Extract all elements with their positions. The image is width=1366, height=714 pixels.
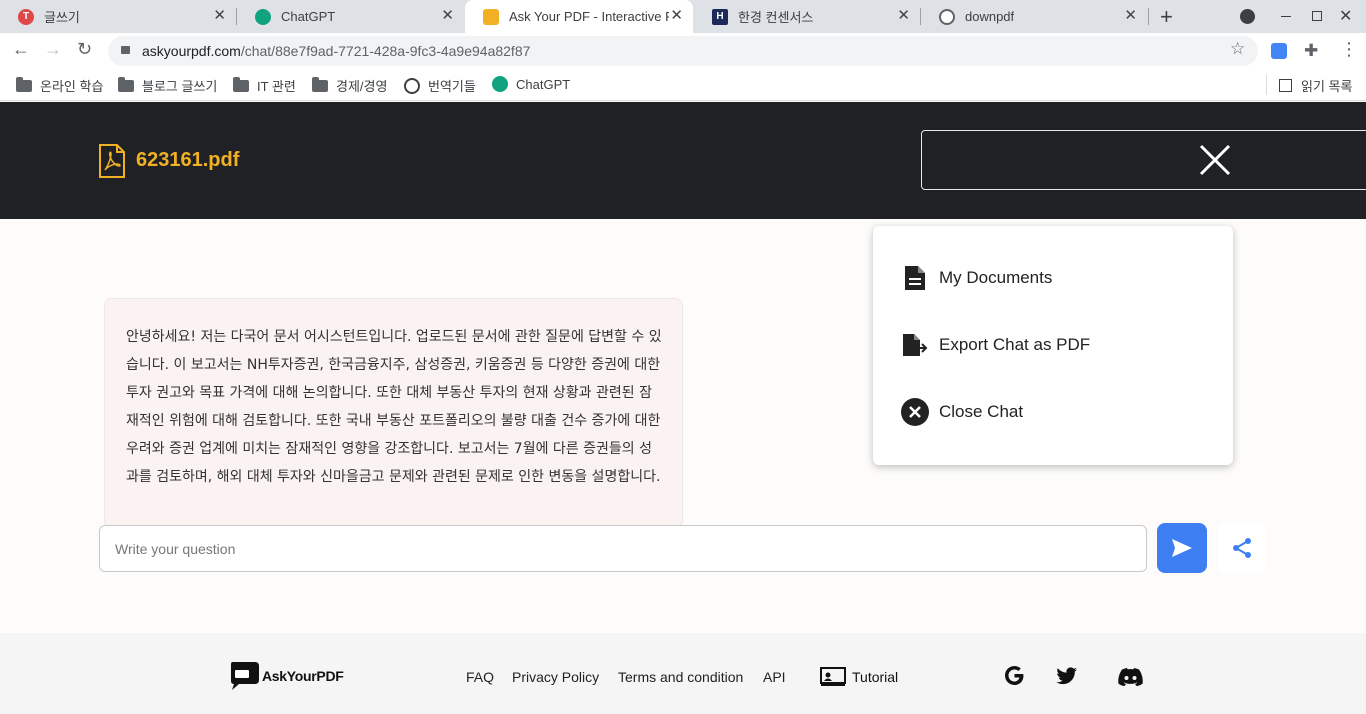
bookmark-item[interactable]: 번역기들 [404,76,476,95]
folder-icon [312,76,328,92]
discord-icon[interactable] [1118,668,1143,686]
folder-icon [16,76,32,92]
url-text: askyourpdf.com/chat/88e7f9ad-7721-428a-9… [142,43,530,59]
document-icon [901,264,929,292]
reading-list-label: 읽기 목록 [1301,79,1353,94]
askyourpdf-favicon-icon [483,8,499,25]
question-input[interactable] [99,525,1147,572]
bookmark-item[interactable]: 온라인 학습 [16,76,103,95]
assistant-message-text: 안녕하세요! 저는 다국어 문서 어시스턴트입니다. 업로드된 문서에 관한 질… [126,329,662,485]
folder-icon [233,76,249,92]
folder-icon [118,76,134,92]
new-tab-button[interactable]: + [1160,4,1173,30]
bookmark-item[interactable]: IT 관련 [233,76,296,95]
reading-list-button[interactable]: 읽기 목록 [1279,76,1352,95]
close-window-icon[interactable]: ✕ [1339,6,1352,26]
reload-icon[interactable]: ↻ [77,39,92,60]
restore-icon[interactable] [1312,11,1322,21]
close-icon[interactable] [1199,144,1231,176]
tab-title: Ask Your PDF - Interactive PDF [509,9,669,24]
tab-askyourpdf[interactable]: Ask Your PDF - Interactive PDF ✕ [465,0,693,33]
app-header: 623161.pdf [0,102,1366,219]
send-button[interactable] [1157,523,1207,573]
close-circle-icon [901,398,929,426]
extensions-puzzle-icon[interactable]: ✚ [1304,41,1318,61]
menu-item-label: Close Chat [939,402,1024,421]
send-icon [1172,539,1192,557]
address-bar[interactable]: askyourpdf.com/chat/88e7f9ad-7721-428a-9… [108,36,1258,66]
tab-title: 글쓰기 [44,10,80,25]
tab-separator [1148,8,1149,25]
chatgpt-icon [492,76,508,92]
tab-search-icon[interactable] [1240,9,1255,24]
url-path: /chat/88e7f9ad-7721-428a-9fc3-4a9e94a82f… [240,43,531,59]
menu-item-label: Export Chat as PDF [939,335,1091,354]
footer-link-privacy[interactable]: Privacy Policy [512,669,599,685]
tab-hankyung-consensus[interactable]: H 한경 컨센서스 ✕ [694,0,920,33]
menu-item-close-chat[interactable]: Close Chat [901,398,1023,426]
footer-link-api[interactable]: API [763,669,786,685]
close-tab-icon[interactable]: ✕ [1124,8,1137,24]
askyourpdf-logo-icon [231,662,259,690]
tab-title: 한경 컨센서스 [738,10,814,25]
footer-link-faq[interactable]: FAQ [466,669,494,685]
close-tab-icon[interactable]: ✕ [897,8,910,24]
chatgpt-favicon-icon [255,8,271,25]
twitter-icon[interactable] [1056,667,1078,685]
bookmark-label: 온라인 학습 [40,79,104,94]
back-icon[interactable]: ← [12,39,30,60]
menu-toggle-button[interactable] [921,130,1366,190]
bookmark-label: 블로그 글쓰기 [142,79,218,94]
pdf-file-icon [99,144,125,178]
export-icon [901,331,929,359]
menu-item-label: My Documents [939,268,1053,287]
close-tab-icon[interactable]: ✕ [441,8,454,24]
browser-tab-strip: T 글쓰기 ✕ ChatGPT ✕ Ask Your PDF - Interac… [0,0,1366,33]
tistory-favicon-icon: T [18,8,34,25]
menu-item-my-documents[interactable]: My Documents [901,264,1052,292]
assistant-message-bubble: 안녕하세요! 저는 다국어 문서 어시스턴트입니다. 업로드된 문서에 관한 질… [104,298,683,528]
bookmark-item[interactable]: 블로그 글쓰기 [118,76,217,95]
menu-item-export-pdf[interactable]: Export Chat as PDF [901,331,1090,359]
close-tab-icon[interactable]: ✕ [213,8,226,24]
chat-options-menu: My Documents Export Chat as PDF Close Ch… [873,226,1233,465]
bookmark-star-icon[interactable]: ☆ [1230,39,1245,59]
browser-toolbar: ← → ↻ askyourpdf.com/chat/88e7f9ad-7721-… [0,33,1366,69]
bookmark-item[interactable]: ChatGPT [492,76,570,92]
lock-icon [121,46,130,54]
google-icon[interactable] [1004,665,1025,686]
globe-icon [404,77,420,94]
tab-geulsseugi[interactable]: T 글쓰기 ✕ [0,0,236,33]
tab-chatgpt[interactable]: ChatGPT ✕ [237,0,464,33]
document-filename: 623161.pdf [136,149,240,171]
bookmark-label: 번역기들 [428,79,476,94]
bookmark-label: IT 관련 [257,79,296,94]
footer-brand-name: AskYourPDF [262,668,344,684]
url-domain: askyourpdf.com [142,43,241,59]
minimize-icon[interactable] [1281,16,1291,17]
bookmarks-bar: 온라인 학습 블로그 글쓰기 IT 관련 경제/경영 번역기들 ChatGPT … [0,69,1366,101]
browser-menu-icon[interactable]: ⋮ [1340,39,1358,60]
tab-downpdf[interactable]: downpdf ✕ [921,0,1147,33]
tutorial-label: Tutorial [852,669,899,685]
site-footer: AskYourPDF FAQ Privacy Policy Terms and … [0,633,1366,714]
hankyung-favicon-icon: H [712,8,728,25]
translate-extension-icon[interactable] [1271,43,1287,59]
bookmark-label: 경제/경영 [336,79,388,94]
forward-icon[interactable]: → [44,39,62,60]
share-button[interactable] [1217,523,1267,573]
tab-title: downpdf [965,9,1015,24]
bookmark-label: ChatGPT [516,76,571,92]
footer-brand[interactable]: AskYourPDF [229,661,344,691]
close-tab-icon[interactable]: ✕ [670,8,683,24]
share-icon [1233,538,1251,558]
divider [1266,75,1267,95]
globe-favicon-icon [939,8,955,25]
bookmark-item[interactable]: 경제/경영 [312,76,387,95]
footer-link-terms[interactable]: Terms and condition [618,669,743,685]
tutorial-icon [820,667,846,686]
tab-title: ChatGPT [281,9,336,24]
footer-link-tutorial[interactable]: Tutorial [820,667,898,687]
reading-list-icon [1279,79,1292,92]
